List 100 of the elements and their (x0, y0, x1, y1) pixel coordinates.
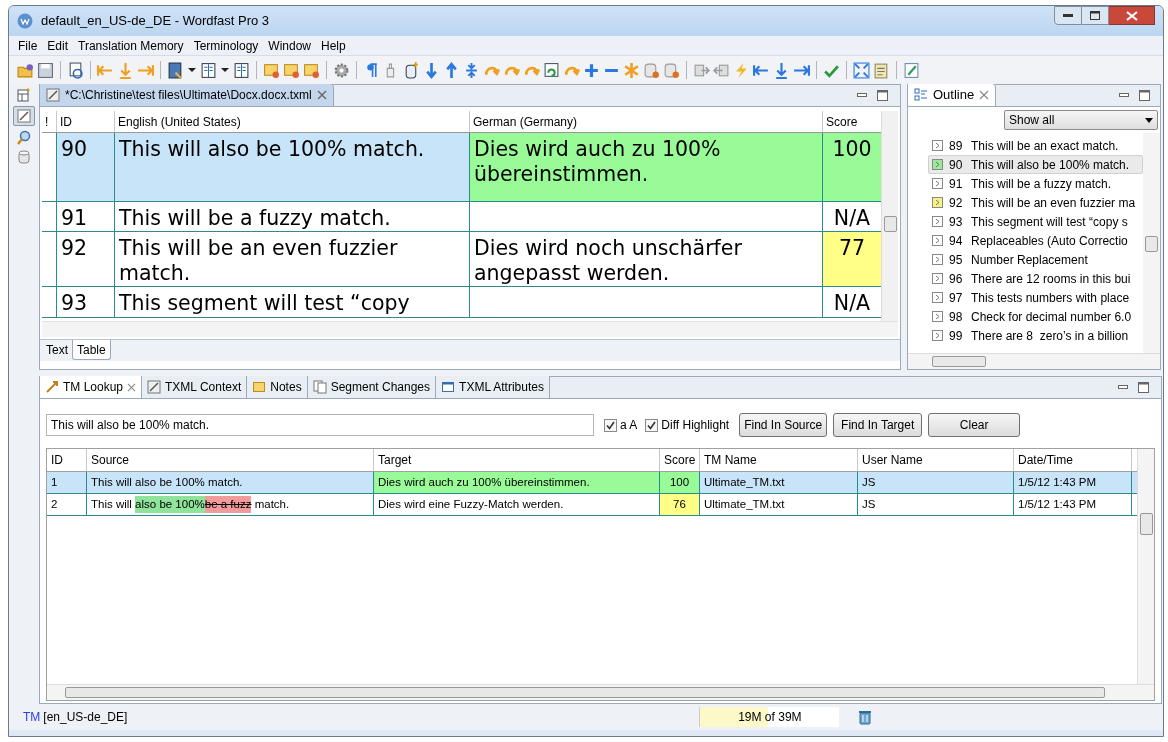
clipboard-icon[interactable] (873, 61, 890, 79)
close-icon[interactable] (316, 90, 327, 100)
document-icon[interactable] (67, 61, 84, 79)
action-button[interactable]: Find In Source (739, 413, 828, 437)
outline-item[interactable]: 90 This will also be 100% match. (928, 155, 1143, 174)
outline-item[interactable]: 91 This will be a fuzzy match. (928, 174, 1143, 193)
checkbox-label[interactable]: a A (620, 416, 638, 434)
close-icon[interactable] (979, 90, 990, 100)
plus-icon[interactable] (583, 61, 600, 79)
result-row[interactable]: 2 This will also be 100%be a fuzz match. Dies wird eine Fuzzy-Match werden. 76 Ultimate_TM.txt JS 1/5/12 1:43 PM (47, 494, 1137, 516)
segment-marker-icon (932, 254, 943, 265)
view-tab[interactable]: Table (72, 340, 111, 360)
column-header[interactable]: Score (664, 451, 696, 469)
minimize-icon[interactable] (1118, 385, 1128, 389)
close-icon[interactable] (127, 382, 137, 392)
menu-item[interactable]: File (13, 36, 43, 55)
filter-dropdown[interactable]: Show all (1004, 110, 1158, 130)
caret-icon (1145, 117, 1153, 123)
maximize-icon[interactable] (877, 89, 888, 101)
save-icon[interactable] (37, 61, 54, 79)
panel-tab[interactable]: TXML Attributes (436, 376, 550, 398)
column-header[interactable]: Source (91, 451, 130, 469)
outline-item[interactable]: 98 Check for decimal number 6.0 (928, 307, 1143, 326)
arrow-down-icon[interactable] (773, 61, 790, 79)
action-button[interactable]: Find In Target (833, 413, 923, 437)
editor-view-toggle[interactable] (13, 106, 35, 126)
outline-item[interactable]: 96 There are 12 rooms in this bui (928, 269, 1143, 288)
column-header[interactable]: Target (378, 451, 412, 469)
expand-icon[interactable] (853, 61, 870, 79)
match-score: 77 (823, 232, 881, 286)
search-field[interactable]: This will also be 100% match. (46, 414, 594, 436)
view-tab[interactable]: Text (42, 340, 72, 360)
note-icon[interactable] (303, 61, 320, 79)
outline-item[interactable]: 97 This tests numbers with place (928, 288, 1143, 307)
merge-icon[interactable] (463, 61, 480, 79)
column-header[interactable]: User Name (862, 451, 923, 469)
minimize-button[interactable] (1054, 6, 1082, 25)
outline-item[interactable]: 99 There are 8 zero’s in a billion (928, 326, 1143, 345)
column-header[interactable]: English (United States) (118, 112, 241, 131)
arrow-up-icon[interactable] (443, 61, 460, 79)
panel-tab[interactable]: Segment Changes (307, 376, 437, 398)
outline-item[interactable]: 89 This will be an exact match. (928, 136, 1143, 155)
note-icon[interactable] (263, 61, 280, 79)
outline-tab[interactable]: Outline (908, 84, 997, 106)
segment-marker-icon (932, 140, 943, 151)
column-header[interactable]: TM Name (704, 451, 757, 469)
column-header[interactable]: ID (51, 451, 63, 469)
note-icon[interactable] (283, 61, 300, 79)
outline-item[interactable]: 94 Replaceables (Auto Correctio (928, 231, 1143, 250)
action-button[interactable]: Clear (928, 413, 1021, 437)
horizontal-scrollbar[interactable] (42, 321, 898, 337)
checkbox-label[interactable]: Diff Highlight (661, 416, 730, 434)
menu-item[interactable]: Window (263, 36, 316, 55)
column-header[interactable]: ! (45, 112, 49, 131)
horizontal-scrollbar[interactable] (47, 684, 1154, 700)
checkbox[interactable] (645, 418, 659, 432)
maximize-icon[interactable] (1139, 89, 1150, 101)
scrollbar[interactable] (881, 111, 898, 321)
book-icon[interactable] (167, 61, 184, 79)
settings-icon[interactable] (333, 61, 350, 79)
maximize-icon[interactable] (1138, 381, 1149, 393)
menu-item[interactable]: Help (316, 36, 351, 55)
panel-tab[interactable]: TXML Context (142, 376, 248, 398)
outline-item[interactable]: 95 Number Replacement (928, 250, 1143, 269)
document-tab[interactable]: *C:\Christine\test files\Ultimate\Docx.docx.txml (40, 84, 334, 106)
menu-item[interactable]: Edit (42, 36, 74, 55)
column-header[interactable]: Date/Time (1018, 451, 1073, 469)
checkbox[interactable] (604, 418, 617, 432)
minimize-icon[interactable] (1119, 93, 1129, 97)
database-icon[interactable] (403, 61, 420, 79)
search-icon[interactable] (16, 130, 32, 146)
source-segment: This will be an even fuzzier match. (115, 232, 470, 286)
folder-icon[interactable] (17, 61, 34, 79)
database-icon[interactable] (643, 61, 660, 79)
panel-tab[interactable]: Notes (247, 376, 308, 398)
scrollbar[interactable] (1143, 133, 1160, 353)
column-header[interactable]: Score (826, 112, 858, 131)
menu-item[interactable]: Translation Memory (73, 36, 189, 55)
close-button[interactable] (1109, 6, 1155, 25)
maximize-button[interactable] (1082, 6, 1109, 25)
refresh-icon[interactable] (543, 61, 560, 79)
scrollbar[interactable] (1137, 449, 1154, 684)
outline-item[interactable]: 93 This segment will test “copy s (928, 212, 1143, 231)
view-icon[interactable] (17, 88, 31, 102)
database-icon[interactable] (663, 61, 680, 79)
outline-item[interactable]: 92 This will be an even fuzzier ma (928, 193, 1143, 212)
arrow-down-icon[interactable] (423, 61, 440, 79)
trash-icon[interactable] (859, 709, 872, 725)
columns-icon[interactable] (233, 61, 250, 79)
horizontal-scrollbar[interactable] (908, 353, 1160, 369)
minimize-icon[interactable] (857, 93, 867, 97)
column-header[interactable]: ID (60, 112, 72, 131)
menu-item[interactable]: Terminology (188, 36, 264, 55)
panel-tab[interactable]: TM Lookup (40, 376, 143, 398)
edit-icon[interactable] (903, 61, 920, 79)
target-segment[interactable]: Dies wird auch zu 100% übereinstimmen. (470, 133, 823, 201)
columns-icon[interactable] (200, 61, 217, 79)
result-row[interactable]: 1 This will also be 100% match. Dies wird auch zu 100% übereinstimmen. 100 Ultimate_TM.txt JS 1/5/12 1:43 PM (47, 472, 1137, 494)
column-header[interactable]: German (Germany) (473, 112, 578, 131)
database-icon[interactable] (18, 150, 30, 164)
